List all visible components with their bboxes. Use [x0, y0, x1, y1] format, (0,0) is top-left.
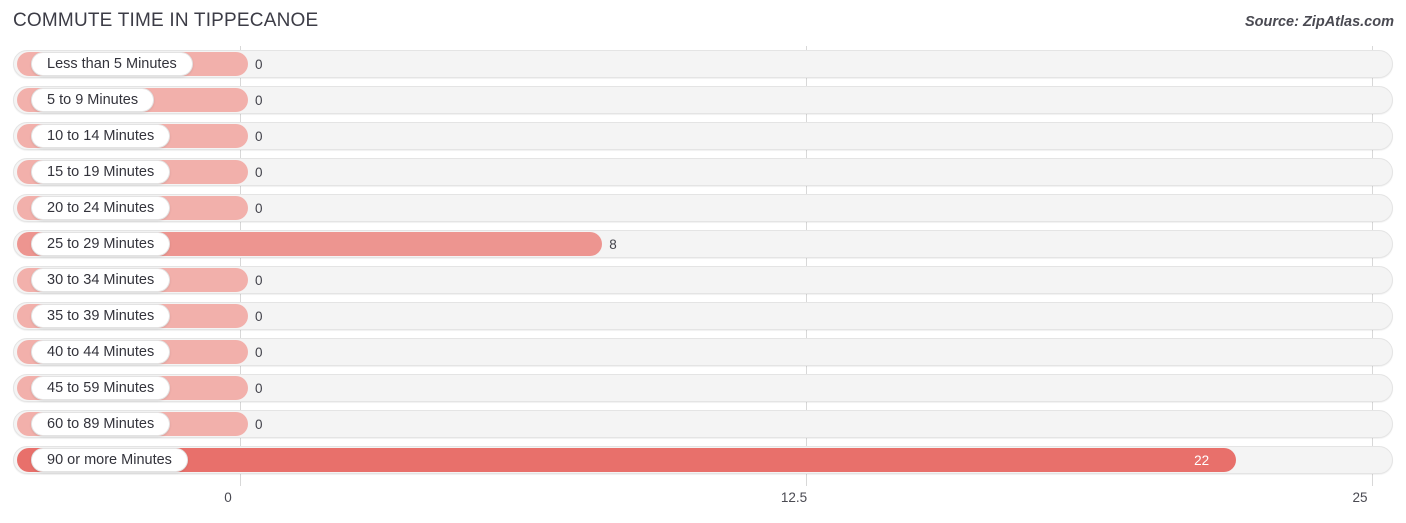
category-label: 20 to 24 Minutes — [47, 199, 155, 216]
value-label: 0 — [255, 128, 263, 144]
value-label: 0 — [255, 308, 263, 324]
bar-row: 10 to 14 Minutes 0 — [0, 118, 1406, 154]
category-label-pill: 45 to 59 Minutes — [31, 376, 171, 400]
category-label-pill: 60 to 89 Minutes — [31, 412, 171, 436]
x-axis: 0 12.5 25 — [0, 486, 1406, 523]
category-label-pill: 35 to 39 Minutes — [31, 304, 171, 328]
category-label-pill: 20 to 24 Minutes — [31, 196, 171, 220]
source-attribution: Source: ZipAtlas.com — [1244, 14, 1394, 30]
category-label: 60 to 89 Minutes — [47, 415, 155, 432]
bar-row: 5 to 9 Minutes 0 — [0, 82, 1406, 118]
category-label: 40 to 44 Minutes — [47, 343, 155, 360]
bar-row: 40 to 44 Minutes 0 — [0, 334, 1406, 370]
value-label: 0 — [255, 200, 263, 216]
bar-rows: Less than 5 Minutes 0 5 to 9 Minutes 0 10 to… — [0, 46, 1406, 478]
category-label-pill: 15 to 19 Minutes — [31, 160, 171, 184]
bar-row: 35 to 39 Minutes 0 — [0, 298, 1406, 334]
category-label: Less than 5 Minutes — [47, 55, 177, 72]
category-label-pill: Less than 5 Minutes — [31, 52, 193, 76]
category-label-pill: 30 to 34 Minutes — [31, 268, 171, 292]
x-tick-label: 0 — [224, 490, 232, 505]
bar-row: 60 to 89 Minutes 0 — [0, 406, 1406, 442]
category-label: 25 to 29 Minutes — [47, 235, 155, 252]
value-label: 0 — [255, 92, 263, 108]
category-label: 10 to 14 Minutes — [47, 127, 155, 144]
value-label: 0 — [255, 416, 263, 432]
category-label: 15 to 19 Minutes — [47, 163, 155, 180]
bar-row: 20 to 24 Minutes 0 — [0, 190, 1406, 226]
category-label-pill: 25 to 29 Minutes — [31, 232, 171, 256]
category-label: 30 to 34 Minutes — [47, 271, 155, 288]
category-label-pill: 90 or more Minutes — [31, 448, 188, 472]
category-label: 5 to 9 Minutes — [47, 91, 139, 108]
category-label: 45 to 59 Minutes — [47, 379, 155, 396]
bar-row: 90 or more Minutes 22 — [0, 442, 1406, 478]
category-label-pill: 10 to 14 Minutes — [31, 124, 171, 148]
bar-row: 15 to 19 Minutes 0 — [0, 154, 1406, 190]
chart-header: COMMUTE TIME IN TIPPECANOE Source: ZipAt… — [0, 0, 1406, 46]
bar-row: 45 to 59 Minutes 0 — [0, 370, 1406, 406]
value-label: 0 — [255, 56, 263, 72]
value-label: 0 — [255, 164, 263, 180]
x-tick-label: 12.5 — [780, 490, 808, 505]
page-title: COMMUTE TIME IN TIPPECANOE — [13, 10, 319, 31]
bar-row: Less than 5 Minutes 0 — [0, 46, 1406, 82]
value-bar — [17, 448, 1237, 472]
value-label: 0 — [255, 380, 263, 396]
bar-row: 30 to 34 Minutes 0 — [0, 262, 1406, 298]
category-label: 90 or more Minutes — [47, 451, 172, 468]
category-label: 35 to 39 Minutes — [47, 307, 155, 324]
value-label: 8 — [609, 236, 617, 252]
chart-plot-area: Less than 5 Minutes 0 5 to 9 Minutes 0 10 to… — [0, 46, 1406, 486]
value-label: 0 — [255, 272, 263, 288]
value-label: 22 — [1194, 452, 1210, 468]
value-label: 0 — [255, 344, 263, 360]
bar-row: 25 to 29 Minutes 8 — [0, 226, 1406, 262]
category-label-pill: 5 to 9 Minutes — [31, 88, 155, 112]
category-label-pill: 40 to 44 Minutes — [31, 340, 171, 364]
x-tick-label: 25 — [1352, 490, 1368, 505]
